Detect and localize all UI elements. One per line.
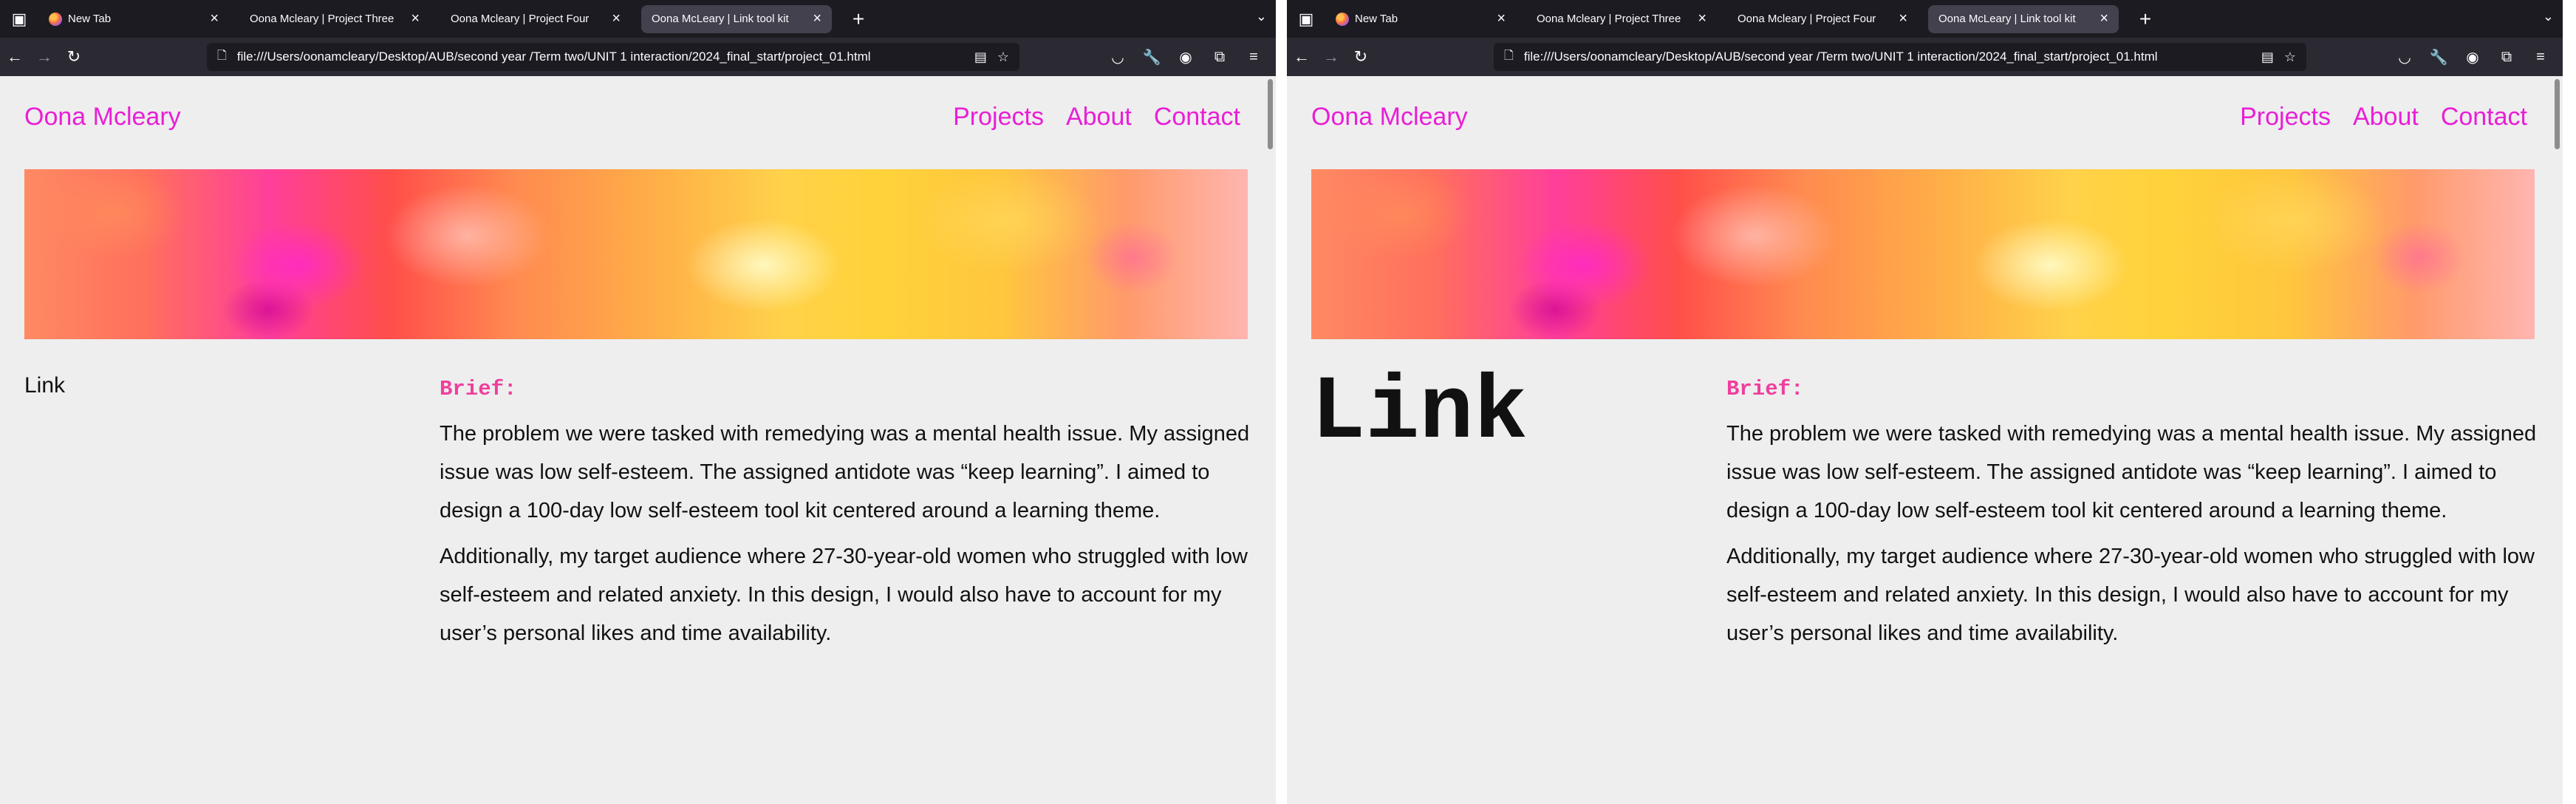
firefox-icon <box>49 12 62 26</box>
new-tab-plus-icon[interactable]: + <box>2133 7 2157 31</box>
close-icon[interactable]: × <box>1497 10 1506 27</box>
watercolor-banner-image <box>1311 169 2535 339</box>
tab-title: Oona Mcleary | Project Three <box>1537 13 1681 25</box>
close-icon[interactable]: × <box>2100 10 2108 27</box>
brief-section: Brief: The problem we were tasked with r… <box>440 377 1260 660</box>
brief-heading: Brief: <box>440 377 517 401</box>
close-icon[interactable]: × <box>1698 10 1706 27</box>
page-content: Oona Mcleary Projects About Contact Link… <box>1287 76 2552 804</box>
brief-section: Brief: The problem we were tasked with r… <box>1726 377 2546 660</box>
site-nav: Projects About Contact <box>953 103 1240 132</box>
tab-title: Oona McLeary | Link tool kit <box>1938 13 2076 25</box>
forward-arrow-icon[interactable]: → <box>1316 47 1346 67</box>
nav-link-projects[interactable]: Projects <box>2240 103 2331 132</box>
nav-link-projects[interactable]: Projects <box>953 103 1044 132</box>
forward-arrow-icon[interactable]: → <box>30 47 59 67</box>
url-bar[interactable]: 🗋 file:///Users/oonamcleary/Desktop/AUB/… <box>207 43 1019 71</box>
page-icon: 🗋 <box>217 49 227 62</box>
brief-paragraph-1: The problem we were tasked with remedyin… <box>1726 422 2537 522</box>
project-title: Link <box>1311 361 1528 464</box>
bookmark-star-icon[interactable]: ☆ <box>2284 50 2296 65</box>
page-icon: 🗋 <box>1504 49 1514 62</box>
menu-icon[interactable]: ≡ <box>2529 49 2552 66</box>
tab-strip: ▣ New Tab × Oona Mcleary | Project Three… <box>1287 0 2563 38</box>
reader-view-icon[interactable]: ▤ <box>974 50 987 65</box>
nav-link-contact[interactable]: Contact <box>2441 103 2527 132</box>
tab-project-three[interactable]: Oona Mcleary | Project Three × <box>239 5 430 33</box>
nav-link-about[interactable]: About <box>2353 103 2419 132</box>
tab-strip: ▣ New Tab × Oona Mcleary | Project Three… <box>0 0 1276 38</box>
scrollbar-thumb[interactable] <box>1268 79 1273 149</box>
toolbar-right: ◡ 🔧 ◉ ⧉ ≡ <box>2393 38 2563 76</box>
tab-project-three[interactable]: Oona Mcleary | Project Three × <box>1526 5 1717 33</box>
scrollbar-thumb[interactable] <box>2555 79 2560 149</box>
tab-link-tool-kit[interactable]: Oona McLeary | Link tool kit × <box>641 4 832 33</box>
project-title: Link <box>24 373 66 398</box>
tab-new-tab[interactable]: New Tab × <box>1325 5 1516 33</box>
site-name-link[interactable]: Oona Mcleary <box>1311 103 1468 132</box>
toolbar-right: ◡ 🔧 ◉ ⧉ ≡ <box>1106 38 1276 76</box>
bookmark-star-icon[interactable]: ☆ <box>997 50 1009 65</box>
window-divider <box>1276 0 1287 804</box>
url-text[interactable]: file:///Users/oonamcleary/Desktop/AUB/se… <box>1524 50 2251 64</box>
nav-link-contact[interactable]: Contact <box>1154 103 1240 132</box>
brief-paragraph-2: Additionally, my target audience where 2… <box>440 545 1248 645</box>
nav-bar: ← → ↻ 🗋 file:///Users/oonamcleary/Deskto… <box>1287 38 2563 76</box>
url-bar[interactable]: 🗋 file:///Users/oonamcleary/Desktop/AUB/… <box>1494 43 2306 71</box>
pocket-icon[interactable]: ◡ <box>2393 48 2416 67</box>
tab-link-tool-kit[interactable]: Oona McLeary | Link tool kit × <box>1928 4 2119 33</box>
tab-title: Oona Mcleary | Project Four <box>451 13 590 25</box>
reload-icon[interactable]: ↻ <box>59 47 89 67</box>
extensions-icon[interactable]: ⧉ <box>2495 49 2518 66</box>
close-icon[interactable]: × <box>1899 10 1907 27</box>
back-arrow-icon[interactable]: ← <box>1287 47 1316 67</box>
brief-heading: Brief: <box>1726 377 1804 401</box>
reload-icon[interactable]: ↻ <box>1346 47 1376 67</box>
site-nav: Projects About Contact <box>2240 103 2527 132</box>
tab-title: New Tab <box>68 13 112 25</box>
nav-bar: ← → ↻ 🗋 file:///Users/oonamcleary/Deskto… <box>0 38 1276 76</box>
browser-window-left: ▣ New Tab × Oona Mcleary | Project Three… <box>0 0 1276 804</box>
close-icon[interactable]: × <box>411 10 420 27</box>
nav-link-about[interactable]: About <box>1066 103 1132 132</box>
tab-title: Oona Mcleary | Project Four <box>1738 13 1876 25</box>
new-tab-plus-icon[interactable]: + <box>847 7 870 31</box>
tab-list-icon[interactable]: ▣ <box>1287 0 1325 38</box>
close-icon[interactable]: × <box>210 10 219 27</box>
account-icon[interactable]: ◉ <box>2461 48 2484 67</box>
chevron-down-icon[interactable]: ⌄ <box>2543 9 2554 24</box>
tab-title: Oona Mcleary | Project Three <box>250 13 394 25</box>
back-arrow-icon[interactable]: ← <box>0 47 30 67</box>
wrench-icon[interactable]: 🔧 <box>2427 48 2450 67</box>
url-text[interactable]: file:///Users/oonamcleary/Desktop/AUB/se… <box>237 50 964 64</box>
reader-view-icon[interactable]: ▤ <box>2261 50 2274 65</box>
extensions-icon[interactable]: ⧉ <box>1208 49 1231 66</box>
watercolor-banner-image <box>24 169 1248 339</box>
tab-project-four[interactable]: Oona Mcleary | Project Four × <box>440 5 631 33</box>
firefox-icon <box>1336 12 1349 26</box>
close-icon[interactable]: × <box>612 10 621 27</box>
tab-project-four[interactable]: Oona Mcleary | Project Four × <box>1727 5 1918 33</box>
brief-paragraph-1: The problem we were tasked with remedyin… <box>440 422 1250 522</box>
menu-icon[interactable]: ≡ <box>1242 49 1265 66</box>
tab-title: Oona McLeary | Link tool kit <box>652 13 789 25</box>
close-icon[interactable]: × <box>813 10 821 27</box>
tab-list-icon[interactable]: ▣ <box>0 0 38 38</box>
tab-new-tab[interactable]: New Tab × <box>38 5 229 33</box>
brief-paragraph-2: Additionally, my target audience where 2… <box>1726 545 2535 645</box>
page-content: Oona Mcleary Projects About Contact Link… <box>0 76 1265 804</box>
wrench-icon[interactable]: 🔧 <box>1140 48 1164 67</box>
page-scrollbar[interactable] <box>1265 76 1276 804</box>
chevron-down-icon[interactable]: ⌄ <box>1256 9 1267 24</box>
pocket-icon[interactable]: ◡ <box>1106 48 1130 67</box>
browser-window-right: ▣ New Tab × Oona Mcleary | Project Three… <box>1287 0 2563 804</box>
site-name-link[interactable]: Oona Mcleary <box>24 103 181 132</box>
tab-title: New Tab <box>1355 13 1398 25</box>
page-scrollbar[interactable] <box>2552 76 2563 804</box>
account-icon[interactable]: ◉ <box>1174 48 1198 67</box>
